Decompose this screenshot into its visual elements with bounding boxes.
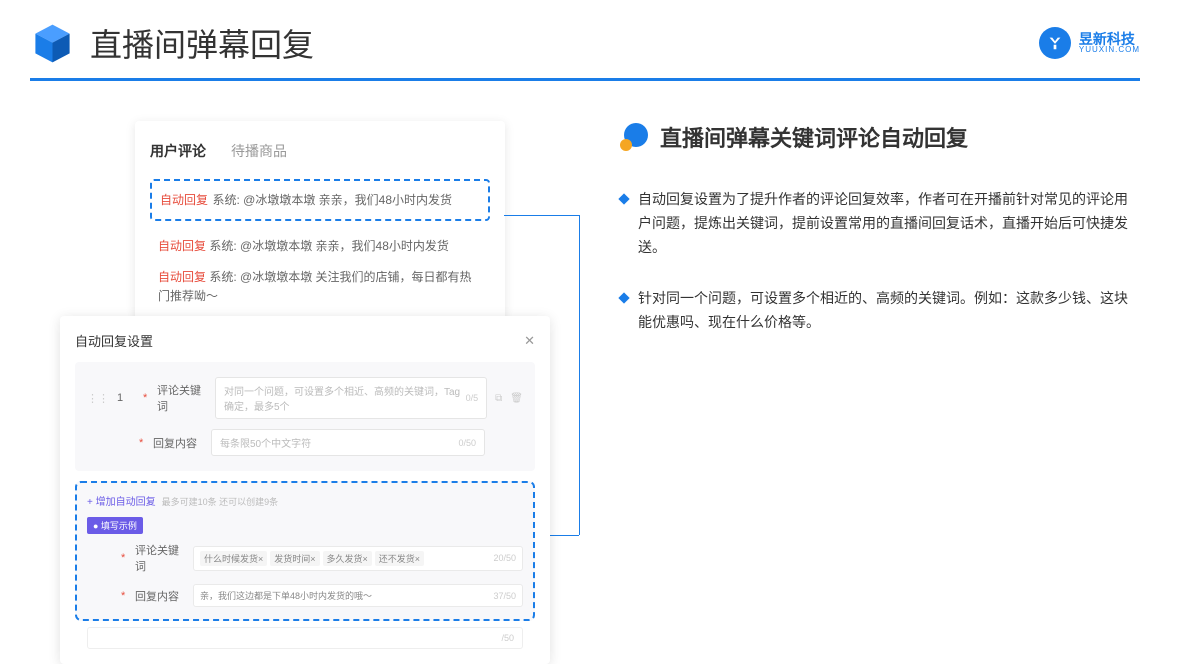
diamond-icon: [618, 293, 629, 304]
modal-header: 自动回复设置 ✕: [75, 331, 535, 362]
placeholder: 对同一个问题，可设置多个相近、高频的关键词，Tag确定，最多5个: [224, 383, 466, 413]
tag[interactable]: 多久发货×: [323, 551, 372, 566]
comment-row: 自动回复 系统: @冰墩墩本墩 关注我们的店铺，每日都有热门推荐呦～: [150, 262, 490, 312]
keyword-input[interactable]: 对同一个问题，可设置多个相近、高频的关键词，Tag确定，最多5个 0/5: [215, 377, 487, 419]
required-star: *: [143, 392, 149, 404]
auto-reply-tag: 自动回复: [158, 270, 206, 284]
dot-icon: [620, 123, 648, 151]
add-reply-link[interactable]: + 增加自动回复最多可建10条 还可以创建9条: [87, 493, 523, 508]
diamond-icon: [618, 193, 629, 204]
settings-modal: 自动回复设置 ✕ ⋮⋮ 1 * 评论关键词 对同一个问题，可设置多个相近、高频的…: [60, 316, 550, 664]
content-input[interactable]: 每条限50个中文字符 0/50: [211, 429, 485, 456]
list-item: 自动回复设置为了提升作者的评论回复效率，作者可在开播前针对常见的评论用户问题，提…: [620, 188, 1140, 259]
char-count: /50: [501, 633, 514, 643]
bullet-list: 自动回复设置为了提升作者的评论回复效率，作者可在开播前针对常见的评论用户问题，提…: [620, 188, 1140, 335]
overflow-input[interactable]: /50: [87, 627, 523, 649]
page-title: 直播间弹幕回复: [90, 20, 314, 66]
copy-icon[interactable]: ⧉: [495, 393, 502, 404]
bullet-text: 自动回复设置为了提升作者的评论回复效率，作者可在开播前针对常见的评论用户问题，提…: [638, 188, 1140, 259]
connector-line: [504, 215, 579, 216]
delete-icon[interactable]: 🗑: [510, 393, 523, 404]
form-section: ⋮⋮ 1 * 评论关键词 对同一个问题，可设置多个相近、高频的关键词，Tag确定…: [75, 362, 535, 471]
keyword-label: 评论关键词: [135, 542, 185, 574]
section-title: 直播间弹幕关键词评论自动回复: [620, 121, 1140, 153]
example-keyword-input[interactable]: 什么时候发货× 发货时间× 多久发货× 还不发货× 20/50: [193, 546, 523, 571]
logo-cn: 昱新科技: [1079, 32, 1140, 46]
tag[interactable]: 还不发货×: [375, 551, 424, 566]
cube-icon: [30, 21, 75, 66]
required-star: *: [121, 552, 127, 564]
bullet-text: 针对同一个问题，可设置多个相近的、高频的关键词。例如：这款多少钱、这块能优惠吗、…: [638, 287, 1140, 335]
drag-icon[interactable]: ⋮⋮: [87, 392, 109, 405]
highlighted-comment: 自动回复 系统: @冰墩墩本墩 亲亲，我们48小时内发货: [150, 179, 490, 221]
required-star: *: [139, 437, 145, 449]
add-hint: 最多可建10条 还可以创建9条: [162, 497, 279, 507]
keyword-label: 评论关键词: [157, 382, 207, 414]
content: 用户评论 待播商品 自动回复 系统: @冰墩墩本墩 亲亲，我们48小时内发货 自…: [0, 81, 1180, 373]
char-count: 0/50: [458, 438, 476, 448]
overflow-row: /50: [75, 627, 535, 649]
auto-reply-tag: 自动回复: [160, 193, 208, 207]
list-item: 针对同一个问题，可设置多个相近的、高频的关键词。例如：这款多少钱、这块能优惠吗、…: [620, 287, 1140, 335]
placeholder: 每条限50个中文字符: [220, 435, 311, 450]
char-count: 20/50: [493, 553, 516, 563]
left-panel: 用户评论 待播商品 自动回复 系统: @冰墩墩本墩 亲亲，我们48小时内发货 自…: [60, 121, 580, 373]
connector-line: [579, 215, 580, 535]
content-label: 回复内容: [153, 435, 203, 451]
required-star: *: [121, 590, 127, 602]
auto-reply-tag: 自动回复: [158, 239, 206, 253]
tabs: 用户评论 待播商品: [150, 141, 490, 161]
header-left: 直播间弹幕回复: [30, 20, 314, 66]
char-count: 37/50: [493, 591, 516, 601]
tag[interactable]: 发货时间×: [270, 551, 319, 566]
close-icon[interactable]: ✕: [524, 333, 535, 349]
char-count: 0/5: [466, 393, 479, 403]
section-heading: 直播间弹幕关键词评论自动回复: [660, 121, 968, 153]
row-number: 1: [117, 392, 135, 404]
page-header: 直播间弹幕回复 昱新科技 YUUXIN.COM: [0, 0, 1180, 66]
comment-text: 系统: @冰墩墩本墩 关注我们的店铺，每日都有热门推荐呦～: [158, 270, 472, 303]
example-content-row: * 回复内容 亲，我们这边都是下单48小时内发货的哦～ 37/50: [87, 584, 523, 607]
example-content-input[interactable]: 亲，我们这边都是下单48小时内发货的哦～ 37/50: [193, 584, 523, 607]
example-section: + 增加自动回复最多可建10条 还可以创建9条 ● 填写示例 * 评论关键词 什…: [75, 481, 535, 621]
modal-title: 自动回复设置: [75, 331, 153, 350]
content-label: 回复内容: [135, 588, 185, 604]
comment-text: 系统: @冰墩墩本墩 亲亲，我们48小时内发货: [212, 193, 452, 207]
content-row: * 回复内容 每条限50个中文字符 0/50: [87, 429, 523, 456]
tag[interactable]: 什么时候发货×: [200, 551, 267, 566]
comment-text: 系统: @冰墩墩本墩 亲亲，我们48小时内发货: [209, 239, 449, 253]
keyword-row: ⋮⋮ 1 * 评论关键词 对同一个问题，可设置多个相近、高频的关键词，Tag确定…: [87, 377, 523, 419]
tab-user-comments[interactable]: 用户评论: [150, 141, 206, 161]
company-logo: 昱新科技 YUUXIN.COM: [1039, 27, 1140, 59]
example-text: 亲，我们这边都是下单48小时内发货的哦～: [200, 589, 372, 602]
logo-icon: [1039, 27, 1071, 59]
right-panel: 直播间弹幕关键词评论自动回复 自动回复设置为了提升作者的评论回复效率，作者可在开…: [620, 121, 1140, 373]
comment-row: 自动回复 系统: @冰墩墩本墩 亲亲，我们48小时内发货: [150, 231, 490, 262]
logo-en: YUUXIN.COM: [1079, 46, 1140, 54]
example-keyword-row: * 评论关键词 什么时候发货× 发货时间× 多久发货× 还不发货× 20/50: [87, 542, 523, 574]
tab-pending-products[interactable]: 待播商品: [231, 141, 287, 161]
example-badge: ● 填写示例: [87, 517, 143, 534]
logo-text: 昱新科技 YUUXIN.COM: [1079, 32, 1140, 54]
